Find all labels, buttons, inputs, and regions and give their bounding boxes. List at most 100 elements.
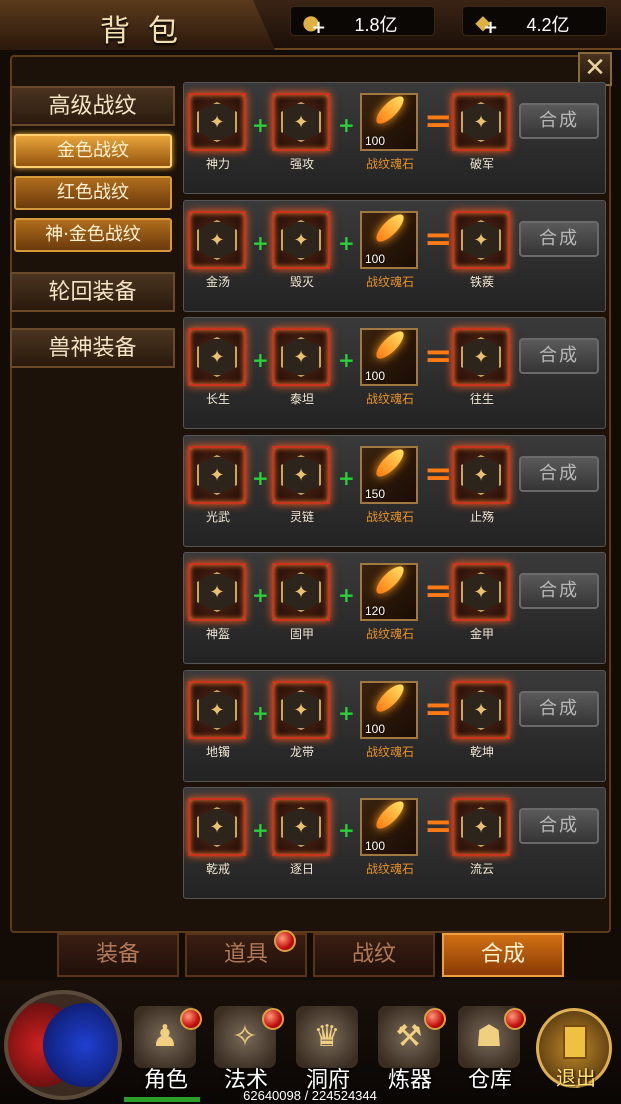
sidebar-item-divine-gold-runes[interactable]: 神·金色战纹 [14, 218, 172, 252]
sidebar-item-gold-runes[interactable]: 金色战纹 [14, 134, 172, 168]
soul-stone-slot[interactable]: 100 [360, 798, 420, 858]
equals-icon: = [424, 101, 453, 141]
add-coins-icon[interactable]: + [311, 17, 326, 38]
recipe-row: ✦ 神力 + ✦ 强攻 +100 战纹魂石 = ✦ 破军 合成 [183, 82, 606, 194]
rune-slot-input-2[interactable]: ✦ [272, 563, 332, 623]
plus-icon: + [252, 466, 269, 490]
soul-stone-icon: 150 [360, 446, 418, 504]
nav-label: 仓库 [467, 1068, 512, 1093]
equals-icon: = [424, 454, 453, 494]
rune-slot-input-2[interactable]: ✦ [272, 328, 332, 388]
rune-item-icon: ✦ [452, 798, 510, 856]
exit-label[interactable]: 退出 [556, 1062, 596, 1091]
rune-input-1-label: 长生 [205, 392, 230, 406]
synthesize-button[interactable]: 合成 [519, 691, 599, 727]
rune-emblem-icon: ✦ [281, 455, 321, 495]
recipe-row: ✦ 地镯 + ✦ 龙带 +100 战纹魂石 = ✦ 乾坤 合成 [183, 670, 606, 782]
rune-emblem-icon: ✦ [281, 102, 321, 142]
rune-input-1-label: 金汤 [205, 275, 230, 289]
tab-synthesis[interactable]: 合成 [442, 933, 564, 977]
rune-emblem-icon: ✦ [461, 572, 501, 612]
flame-icon [372, 213, 408, 246]
soul-stone-slot[interactable]: 150 [360, 446, 420, 506]
soul-stone-icon: 100 [360, 211, 418, 269]
sidebar-category-samsara-equipment[interactable]: 轮回装备 [10, 272, 175, 312]
soul-stone-slot[interactable]: 120 [360, 563, 420, 623]
flame-icon [372, 800, 408, 833]
rune-slot-output[interactable]: ✦ [452, 328, 512, 388]
currency-gold-ingot[interactable]: ◆ + 4.2亿 [462, 6, 607, 38]
rune-output-label: 乾坤 [469, 745, 494, 759]
rune-slot-output[interactable]: ✦ [452, 211, 512, 271]
rune-slot-input-1[interactable]: ✦ [188, 328, 248, 388]
sidebar-category-advanced-runes[interactable]: 高级战纹 [10, 86, 175, 126]
sidebar-category-beast-god-equipment[interactable]: 兽神装备 [10, 328, 175, 368]
rune-slot-input-2[interactable]: ✦ [272, 446, 332, 506]
synthesize-button[interactable]: 合成 [519, 103, 599, 139]
sidebar-item-red-runes[interactable]: 红色战纹 [14, 176, 172, 210]
currency-coins[interactable]: ● + 1.8亿 [290, 6, 435, 38]
close-icon: ✕ [584, 53, 606, 83]
soul-stone-label: 战纹魂石 [365, 157, 414, 171]
rune-input-2-label: 灵链 [289, 510, 314, 524]
rune-slot-output[interactable]: ✦ [452, 681, 512, 741]
close-button[interactable]: ✕ [578, 52, 612, 86]
taiji-orb-icon[interactable] [4, 990, 122, 1100]
rune-slot-input-1[interactable]: ✦ [188, 211, 248, 271]
plus-icon: + [252, 818, 269, 842]
rune-slot-output[interactable]: ✦ [452, 93, 512, 153]
rune-slot-output[interactable]: ✦ [452, 798, 512, 858]
rune-emblem-icon: ✦ [197, 220, 237, 260]
rune-slot-input-1[interactable]: ✦ [188, 798, 248, 858]
soul-stone-label: 战纹魂石 [365, 745, 414, 759]
recipe-row: ✦ 光武 + ✦ 灵链 +150 战纹魂石 = ✦ 止殇 合成 [183, 435, 606, 547]
flame-icon [372, 330, 408, 363]
plus-icon: + [338, 818, 355, 842]
soul-stone-slot[interactable]: 100 [360, 93, 420, 153]
synthesize-button[interactable]: 合成 [519, 808, 599, 844]
soul-stone-label: 战纹魂石 [365, 392, 414, 406]
synthesize-button[interactable]: 合成 [519, 338, 599, 374]
soul-stone-slot[interactable]: 100 [360, 681, 420, 741]
rune-input-1-label: 乾戒 [205, 862, 230, 876]
rune-input-2-label: 强攻 [289, 157, 314, 171]
rune-slot-input-1[interactable]: ✦ [188, 93, 248, 153]
rune-output-label: 破军 [469, 157, 494, 171]
rune-slot-input-1[interactable]: ✦ [188, 681, 248, 741]
rune-emblem-icon: ✦ [461, 337, 501, 377]
rune-item-icon: ✦ [188, 681, 246, 739]
rune-slot-output[interactable]: ✦ [452, 563, 512, 623]
soul-stone-label: 战纹魂石 [365, 510, 414, 524]
nav-cave[interactable]: ♛ 洞府 [290, 1000, 366, 1096]
synthesize-button[interactable]: 合成 [519, 221, 599, 257]
synthesize-button[interactable]: 合成 [519, 573, 599, 609]
recipe-row: ✦ 神盔 + ✦ 固甲 +120 战纹魂石 = ✦ 金甲 合成 [183, 552, 606, 664]
rune-slot-input-1[interactable]: ✦ [188, 563, 248, 623]
recipe-list[interactable]: ✦ 神力 + ✦ 强攻 +100 战纹魂石 = ✦ 破军 合成 ✦ 金汤 + ✦ 毁灭 +100 战纹魂石 = ✦ 铁蒺… [183, 82, 606, 910]
rune-item-icon: ✦ [452, 328, 510, 386]
tab-equipment[interactable]: 装备 [57, 933, 179, 977]
rune-slot-input-1[interactable]: ✦ [188, 446, 248, 506]
rune-item-icon: ✦ [272, 798, 330, 856]
experience-text: 62640098 / 224524344 [243, 1088, 377, 1103]
soul-stone-slot[interactable]: 100 [360, 328, 420, 388]
rune-slot-output[interactable]: ✦ [452, 446, 512, 506]
rune-emblem-icon: ✦ [461, 455, 501, 495]
rune-slot-input-2[interactable]: ✦ [272, 211, 332, 271]
rune-input-1-label: 地镯 [205, 745, 230, 759]
rune-emblem-icon: ✦ [197, 337, 237, 377]
notification-dot-icon [274, 930, 296, 952]
rune-input-2-label: 毁灭 [289, 275, 314, 289]
soul-stone-icon: 100 [360, 798, 418, 856]
tab-runes[interactable]: 战纹 [313, 933, 435, 977]
soul-stone-icon: 100 [360, 93, 418, 151]
plus-icon: + [338, 701, 355, 725]
rune-slot-input-2[interactable]: ✦ [272, 93, 332, 153]
add-gold-icon[interactable]: + [483, 17, 498, 38]
rune-input-1-label: 光武 [205, 510, 230, 524]
soul-stone-slot[interactable]: 100 [360, 211, 420, 271]
rune-emblem-icon: ✦ [197, 690, 237, 730]
synthesize-button[interactable]: 合成 [519, 456, 599, 492]
rune-slot-input-2[interactable]: ✦ [272, 681, 332, 741]
rune-slot-input-2[interactable]: ✦ [272, 798, 332, 858]
